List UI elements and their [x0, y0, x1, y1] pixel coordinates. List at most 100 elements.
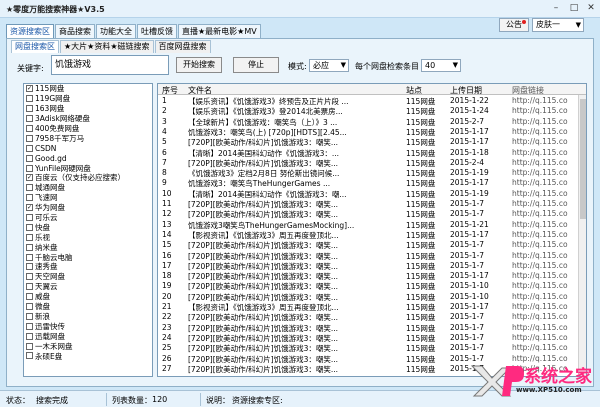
- row-link[interactable]: http://q.115.co: [512, 302, 582, 311]
- mode-select[interactable]: 必应 ▼: [309, 59, 349, 72]
- tab-product-search[interactable]: 商品搜索: [55, 24, 95, 39]
- row-link[interactable]: http://q.115.co: [512, 312, 582, 321]
- site-item[interactable]: CSDN: [24, 143, 152, 153]
- results-scrollbar[interactable]: [578, 95, 586, 376]
- table-row[interactable]: 16 [720P][欧美动作/科幻片]饥饿游戏3：嘲笑... 115网盘 2015-1…: [158, 251, 586, 261]
- site-checkbox[interactable]: [26, 214, 33, 222]
- site-checkbox[interactable]: [26, 243, 33, 251]
- site-checkbox[interactable]: [26, 164, 33, 172]
- site-checkbox[interactable]: [26, 115, 33, 123]
- table-row[interactable]: 12 [720P][欧美动作/科幻片]饥饿游戏3：嘲笑... 115网盘 2015-1…: [158, 209, 586, 219]
- row-link[interactable]: http://q.115.co: [512, 323, 582, 332]
- row-link[interactable]: http://q.115.co: [512, 158, 582, 167]
- table-row[interactable]: 18 [720P][欧美动作/科幻片]饥饿游戏3：嘲笑... 115网盘 2015-1…: [158, 271, 586, 281]
- subtab-magnet[interactable]: ★大片★资料★磁链搜索: [60, 40, 154, 53]
- row-link[interactable]: http://q.115.co: [512, 230, 582, 239]
- row-link[interactable]: http://q.115.co: [512, 148, 582, 157]
- site-checkbox[interactable]: [26, 134, 33, 142]
- site-checkbox[interactable]: [26, 303, 33, 311]
- table-row[interactable]: 8 《饥饿游戏3》定档2月8日 努伦斯出镜问候... 115网盘 2015-1-19 h…: [158, 168, 586, 178]
- row-link[interactable]: http://q.115.co: [512, 199, 582, 208]
- header-date[interactable]: 上传日期: [450, 85, 510, 96]
- table-row[interactable]: 6 【清晰】2014美国科幻动作《饥饿游戏3：... 115网盘 2015-1-18 h…: [158, 148, 586, 158]
- site-checkbox[interactable]: [26, 342, 33, 350]
- site-checkbox[interactable]: [26, 105, 33, 113]
- row-link[interactable]: http://q.115.co: [512, 106, 582, 115]
- table-row[interactable]: 22 [720P][欧美动作/科幻片]饥饿游戏3：嘲笑... 115网盘 2015-1…: [158, 312, 586, 322]
- site-checkbox[interactable]: [26, 273, 33, 281]
- row-link[interactable]: http://q.115.co: [512, 127, 582, 136]
- header-no[interactable]: 序号: [162, 85, 186, 96]
- row-link[interactable]: http://q.115.co: [512, 189, 582, 198]
- table-row[interactable]: 17 [720P][欧美动作/科幻片]饥饿游戏3：嘲笑... 115网盘 2015-1…: [158, 261, 586, 271]
- subtab-netdisk[interactable]: 网盘搜索区: [11, 40, 59, 53]
- tab-feedback[interactable]: 吐槽反馈: [137, 24, 177, 39]
- row-link[interactable]: http://q.115.co: [512, 333, 582, 342]
- row-link[interactable]: http://q.115.co: [512, 271, 582, 280]
- skin-select[interactable]: 皮肤一 ▼: [532, 18, 584, 32]
- scrollbar-thumb[interactable]: [580, 99, 586, 219]
- row-link[interactable]: http://q.115.co: [512, 117, 582, 126]
- site-checkbox[interactable]: [26, 352, 33, 360]
- table-row[interactable]: 9 饥饿游戏3：嘲笑鸟TheHungerGames ... 115网盘 2015-1-…: [158, 178, 586, 188]
- site-checkbox[interactable]: [26, 144, 33, 152]
- table-row[interactable]: 7 [720P][欧美动作/科幻片]饥饿游戏3：嘲笑... 115网盘 2015-2-…: [158, 158, 586, 168]
- minimize-icon[interactable]: –: [548, 2, 564, 14]
- table-row[interactable]: 19 [720P][欧美动作/科幻片]饥饿游戏3：嘲笑... 115网盘 2015-1…: [158, 281, 586, 291]
- row-link[interactable]: http://q.115.co: [512, 178, 582, 187]
- row-link[interactable]: http://q.115.co: [512, 209, 582, 218]
- site-checkbox[interactable]: ✓: [26, 174, 33, 182]
- site-checkbox[interactable]: [26, 125, 33, 132]
- table-row[interactable]: 5 [720P][欧美动作/科幻片]饥饿游戏3：嘲笑... 115网盘 2015-1-…: [158, 137, 586, 147]
- row-link[interactable]: http://q.115.co: [512, 240, 582, 249]
- close-icon[interactable]: ✕: [583, 2, 599, 14]
- site-item[interactable]: 7958千军万马: [24, 133, 152, 143]
- site-checkbox[interactable]: ✓: [26, 85, 33, 93]
- row-link[interactable]: http://q.115.co: [512, 292, 582, 301]
- row-link[interactable]: http://q.115.co: [512, 261, 582, 270]
- keyword-input[interactable]: 饥饿游戏: [51, 55, 169, 75]
- header-site[interactable]: 站点: [406, 85, 450, 96]
- site-checkbox[interactable]: [26, 263, 33, 271]
- tab-features[interactable]: 功能大全: [96, 24, 136, 39]
- table-row[interactable]: 23 [720P][欧美动作/科幻片]饥饿游戏3：嘲笑... 115网盘 2015-1…: [158, 323, 586, 333]
- row-link[interactable]: http://q.115.co: [512, 281, 582, 290]
- table-row[interactable]: 2 【娱乐资讯】《饥饿游戏3》登2014北美票房... 115网盘 2015-1-24…: [158, 106, 586, 116]
- table-row[interactable]: 4 饥饿游戏3：嘲笑鸟(上) [720p][HDTS][2.45... 115网盘 2…: [158, 127, 586, 137]
- site-checkbox[interactable]: [26, 283, 33, 291]
- subtab-baidu[interactable]: 百度网盘搜索: [154, 40, 211, 53]
- table-row[interactable]: 11 [720P][欧美动作/科幻片]饥饿游戏3：嘲笑... 115网盘 2015-1…: [158, 199, 586, 209]
- site-checkbox[interactable]: [26, 253, 33, 261]
- row-link[interactable]: http://q.115.co: [512, 168, 582, 177]
- table-row[interactable]: 1 【娱乐资讯】《饥饿游戏3》终预告及正片片段 ... 115网盘 2015-1-22…: [158, 96, 586, 106]
- site-checkbox[interactable]: [26, 322, 33, 330]
- table-row[interactable]: 20 [720P][欧美动作/科幻片]饥饿游戏3：嘲笑... 115网盘 2015-1…: [158, 292, 586, 302]
- site-checkbox[interactable]: [26, 194, 33, 202]
- site-checkbox[interactable]: [26, 233, 33, 241]
- row-link[interactable]: http://q.115.co: [512, 251, 582, 260]
- site-checkbox[interactable]: [26, 223, 33, 231]
- site-checkbox[interactable]: [26, 95, 33, 103]
- site-checkbox[interactable]: [26, 312, 33, 320]
- site-checkbox[interactable]: ✓: [26, 204, 33, 212]
- per-disk-select[interactable]: 40 ▼: [421, 59, 461, 72]
- table-row[interactable]: 25 [720P][欧美动作/科幻片]饥饿游戏3：嘲笑... 115网盘 2015-1…: [158, 343, 586, 353]
- table-row[interactable]: 14 【影视资讯】《饥饿游戏3》周五再度登顶北... 115网盘 2015-1-17 h…: [158, 230, 586, 240]
- row-link[interactable]: http://q.115.co: [512, 96, 582, 105]
- maximize-icon[interactable]: □: [566, 2, 582, 14]
- header-link[interactable]: 网盘链接: [512, 85, 582, 96]
- row-link[interactable]: http://q.115.co: [512, 343, 582, 352]
- table-row[interactable]: 24 [720P][欧美动作/科幻片]饥饿游戏3：嘲笑... 115网盘 2015-1…: [158, 333, 586, 343]
- start-search-button[interactable]: 开始搜索: [176, 57, 222, 73]
- table-row[interactable]: 3 【全球新片】《饥饿游戏：嘲笑鸟（上）》3 ... 115网盘 2015-2-7 ht…: [158, 117, 586, 127]
- table-row[interactable]: 21 【影视资讯】《饥饿游戏3》周五再度登顶北... 115网盘 2015-1-17 h…: [158, 302, 586, 312]
- site-checkbox[interactable]: [26, 184, 33, 192]
- site-item[interactable]: 永硕E盘: [24, 351, 152, 361]
- table-row[interactable]: 13 饥饿游戏3嘲笑鸟TheHungerGamesMocking]... 115网盘…: [158, 220, 586, 230]
- row-link[interactable]: http://q.115.co: [512, 220, 582, 229]
- site-checkbox[interactable]: [26, 332, 33, 340]
- header-filename[interactable]: 文件名: [188, 85, 406, 96]
- tab-live[interactable]: 直播★最新电影★MV: [178, 24, 261, 39]
- table-row[interactable]: 15 [720P][欧美动作/科幻片]饥饿游戏3：嘲笑... 115网盘 2015-1…: [158, 240, 586, 250]
- stop-button[interactable]: 停止: [233, 57, 279, 73]
